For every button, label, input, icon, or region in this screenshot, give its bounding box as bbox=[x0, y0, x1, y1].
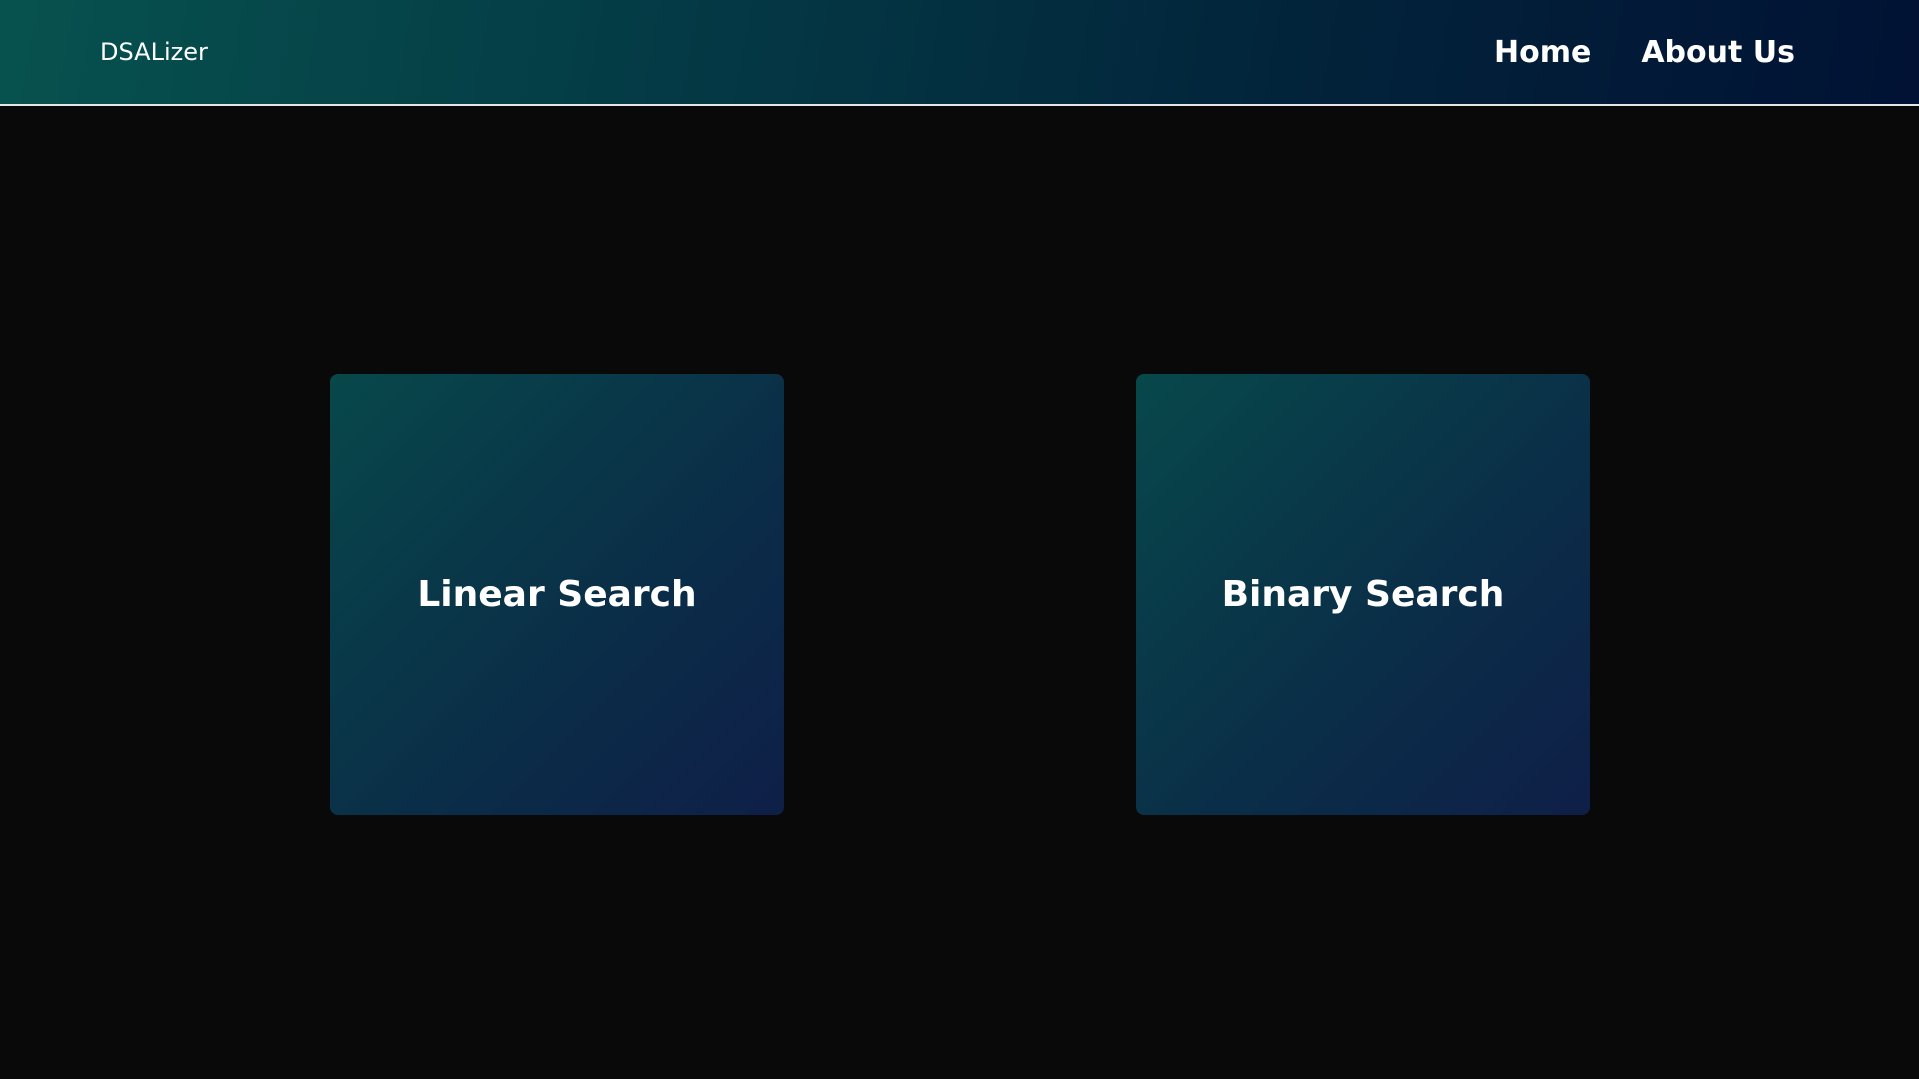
nav-about-us-link[interactable]: About Us bbox=[1641, 35, 1795, 70]
nav-home-link[interactable]: Home bbox=[1494, 35, 1591, 70]
linear-search-card-label: Linear Search bbox=[417, 574, 697, 615]
nav-links: Home About Us bbox=[1494, 0, 1795, 104]
brand-logo-text[interactable]: DSALizer bbox=[100, 0, 208, 104]
linear-search-card[interactable]: Linear Search bbox=[330, 374, 784, 815]
binary-search-card-label: Binary Search bbox=[1221, 574, 1505, 615]
top-navbar: DSALizer Home About Us bbox=[0, 0, 1919, 106]
binary-search-card[interactable]: Binary Search bbox=[1136, 374, 1590, 815]
